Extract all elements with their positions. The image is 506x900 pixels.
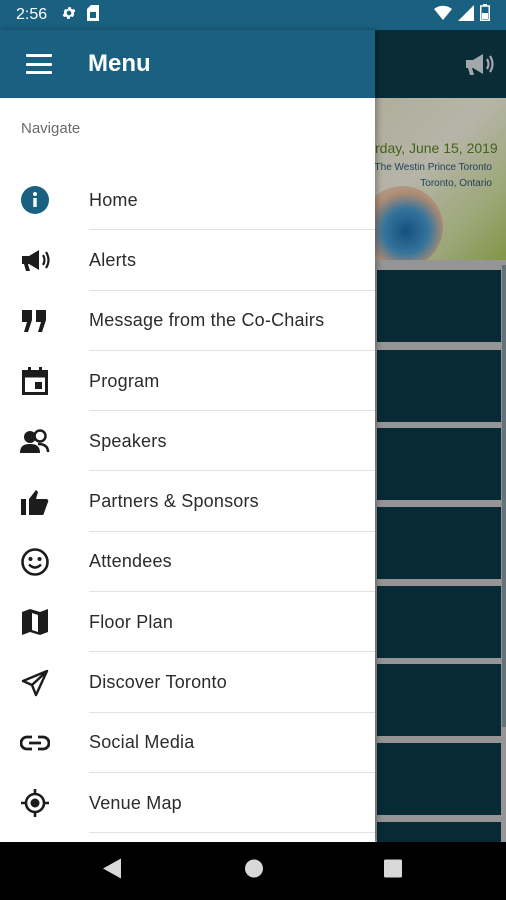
drawer-header: Menu: [0, 30, 375, 98]
menu-item-label: Home: [89, 189, 138, 210]
menu-item-label: Partners & Sponsors: [89, 491, 259, 512]
menu-item-label: Venue Map: [89, 792, 182, 813]
menu-item-home[interactable]: Home: [0, 170, 375, 231]
menu-item-label: Program: [89, 370, 160, 391]
menu-item-label: Alerts: [89, 249, 137, 270]
status-time: 2:56: [16, 6, 48, 23]
map-icon: [20, 607, 50, 637]
info-icon: [20, 185, 50, 215]
hamburger-menu-icon[interactable]: [26, 54, 52, 74]
menu-item-floor-plan[interactable]: Floor Plan: [0, 592, 375, 653]
megaphone-icon: [20, 245, 50, 275]
menu-item-social-media[interactable]: Social Media: [0, 713, 375, 773]
link-icon: [20, 728, 50, 758]
sim-card-icon: [87, 4, 100, 26]
drawer-title: Menu: [88, 50, 151, 77]
menu-item-label: Discover Toronto: [89, 672, 227, 693]
people-icon: [20, 426, 50, 456]
thumbs-up-icon: [20, 487, 50, 517]
back-icon[interactable]: [102, 858, 122, 885]
menu-item-alerts[interactable]: Alerts: [0, 230, 375, 291]
divider: [89, 832, 375, 834]
menu-item-speakers[interactable]: Speakers: [0, 411, 375, 472]
quote-icon: [20, 306, 50, 336]
battery-icon: [480, 4, 490, 26]
navigation-drawer: Menu Navigate Home Alerts Message from t…: [0, 30, 375, 842]
menu-item-message-from-co-chairs[interactable]: Message from the Co-Chairs: [0, 291, 375, 351]
gear-icon: [61, 5, 77, 26]
status-bar: 2:56: [0, 0, 506, 30]
recents-square-icon[interactable]: [384, 859, 402, 883]
menu-item-label: Speakers: [89, 430, 167, 451]
menu-item-partners-sponsors[interactable]: Partners & Sponsors: [0, 471, 375, 532]
paper-plane-icon: [20, 668, 50, 698]
section-label-navigate: Navigate: [21, 120, 81, 137]
menu-item-label: Floor Plan: [89, 611, 174, 632]
menu-item-program[interactable]: Program: [0, 351, 375, 412]
signal-icon: [458, 4, 474, 26]
menu-list: Home Alerts Message from the Co-Chairs P…: [0, 170, 375, 834]
menu-item-discover-toronto[interactable]: Discover Toronto: [0, 652, 375, 713]
menu-item-venue-map[interactable]: Venue Map: [0, 773, 375, 834]
wifi-icon: [434, 5, 452, 26]
location-target-icon: [20, 788, 50, 818]
menu-item-label: Message from the Co-Chairs: [89, 310, 325, 331]
menu-item-label: Attendees: [89, 551, 172, 572]
home-circle-icon[interactable]: [244, 859, 264, 884]
calendar-icon: [20, 366, 50, 396]
system-navigation-bar: [0, 842, 506, 900]
menu-item-attendees[interactable]: Attendees: [0, 532, 375, 593]
menu-item-label: Social Media: [89, 732, 195, 753]
smiley-icon: [20, 547, 50, 577]
drawer-scrim[interactable]: [375, 30, 506, 842]
